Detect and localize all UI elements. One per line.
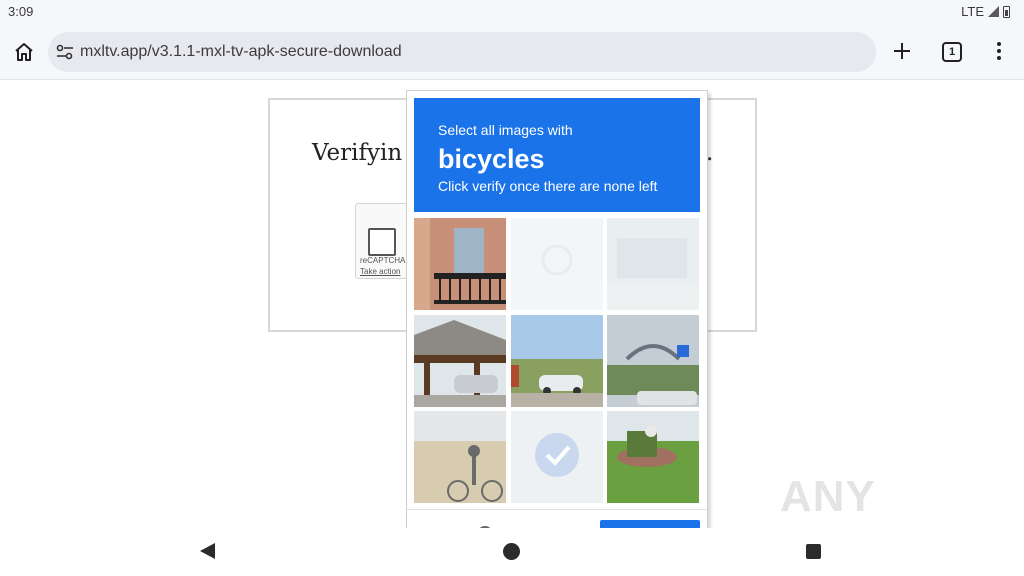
challenge-header: Select all images with bicycles Click ve… (414, 98, 700, 212)
recaptcha-checkbox[interactable] (368, 228, 396, 256)
image-tile-9[interactable] (607, 411, 699, 503)
verifying-text: Verifyin (312, 140, 403, 166)
image-tile-6[interactable] (607, 315, 699, 407)
image-tile-4[interactable] (414, 315, 506, 407)
network-label: LTE (961, 4, 984, 19)
image-tile-7[interactable] (414, 411, 506, 503)
recaptcha-take-action-link[interactable]: Take action (360, 267, 400, 276)
system-nav-bar (0, 528, 1024, 576)
home-icon[interactable] (10, 38, 38, 66)
address-bar[interactable]: mxltv.app/v3.1.1-mxl-tv-apk-secure-downl… (48, 32, 876, 72)
status-time: 3:09 (8, 4, 34, 19)
tab-switcher-icon[interactable]: 1 (942, 42, 962, 62)
battery-icon (1003, 5, 1010, 18)
image-tile-5[interactable] (511, 315, 603, 407)
recents-icon[interactable] (806, 544, 821, 559)
watermark-logo: ANY RUN (780, 462, 980, 571)
image-tile-3[interactable] (607, 218, 699, 310)
browser-toolbar: mxltv.app/v3.1.1-mxl-tv-apk-secure-downl… (0, 24, 1024, 80)
challenge-footer (407, 509, 707, 529)
status-right: LTE (961, 4, 1010, 19)
status-bar: 3:09 LTE (0, 0, 1024, 24)
image-tile-8[interactable] (511, 411, 603, 503)
plus-icon[interactable] (890, 39, 914, 63)
back-icon[interactable] (200, 543, 215, 559)
recaptcha-brand: reCAPTCHA (360, 256, 406, 265)
challenge-instruction: Select all images with (438, 122, 573, 138)
url-text[interactable]: mxltv.app/v3.1.1-mxl-tv-apk-secure-downl… (80, 43, 402, 61)
challenge-keyword: bicycles (438, 144, 545, 174)
image-tile-1[interactable] (414, 218, 506, 310)
home-circle-icon[interactable] (503, 543, 520, 560)
captcha-challenge-popup: Select all images with bicycles Click ve… (406, 90, 708, 530)
signal-icon (988, 6, 999, 17)
more-vert-icon[interactable] (994, 40, 1004, 64)
challenge-image-grid (414, 218, 700, 504)
challenge-hint: Click verify once there are none left (438, 178, 658, 194)
image-tile-2[interactable] (511, 218, 603, 310)
tune-icon[interactable] (56, 44, 74, 60)
